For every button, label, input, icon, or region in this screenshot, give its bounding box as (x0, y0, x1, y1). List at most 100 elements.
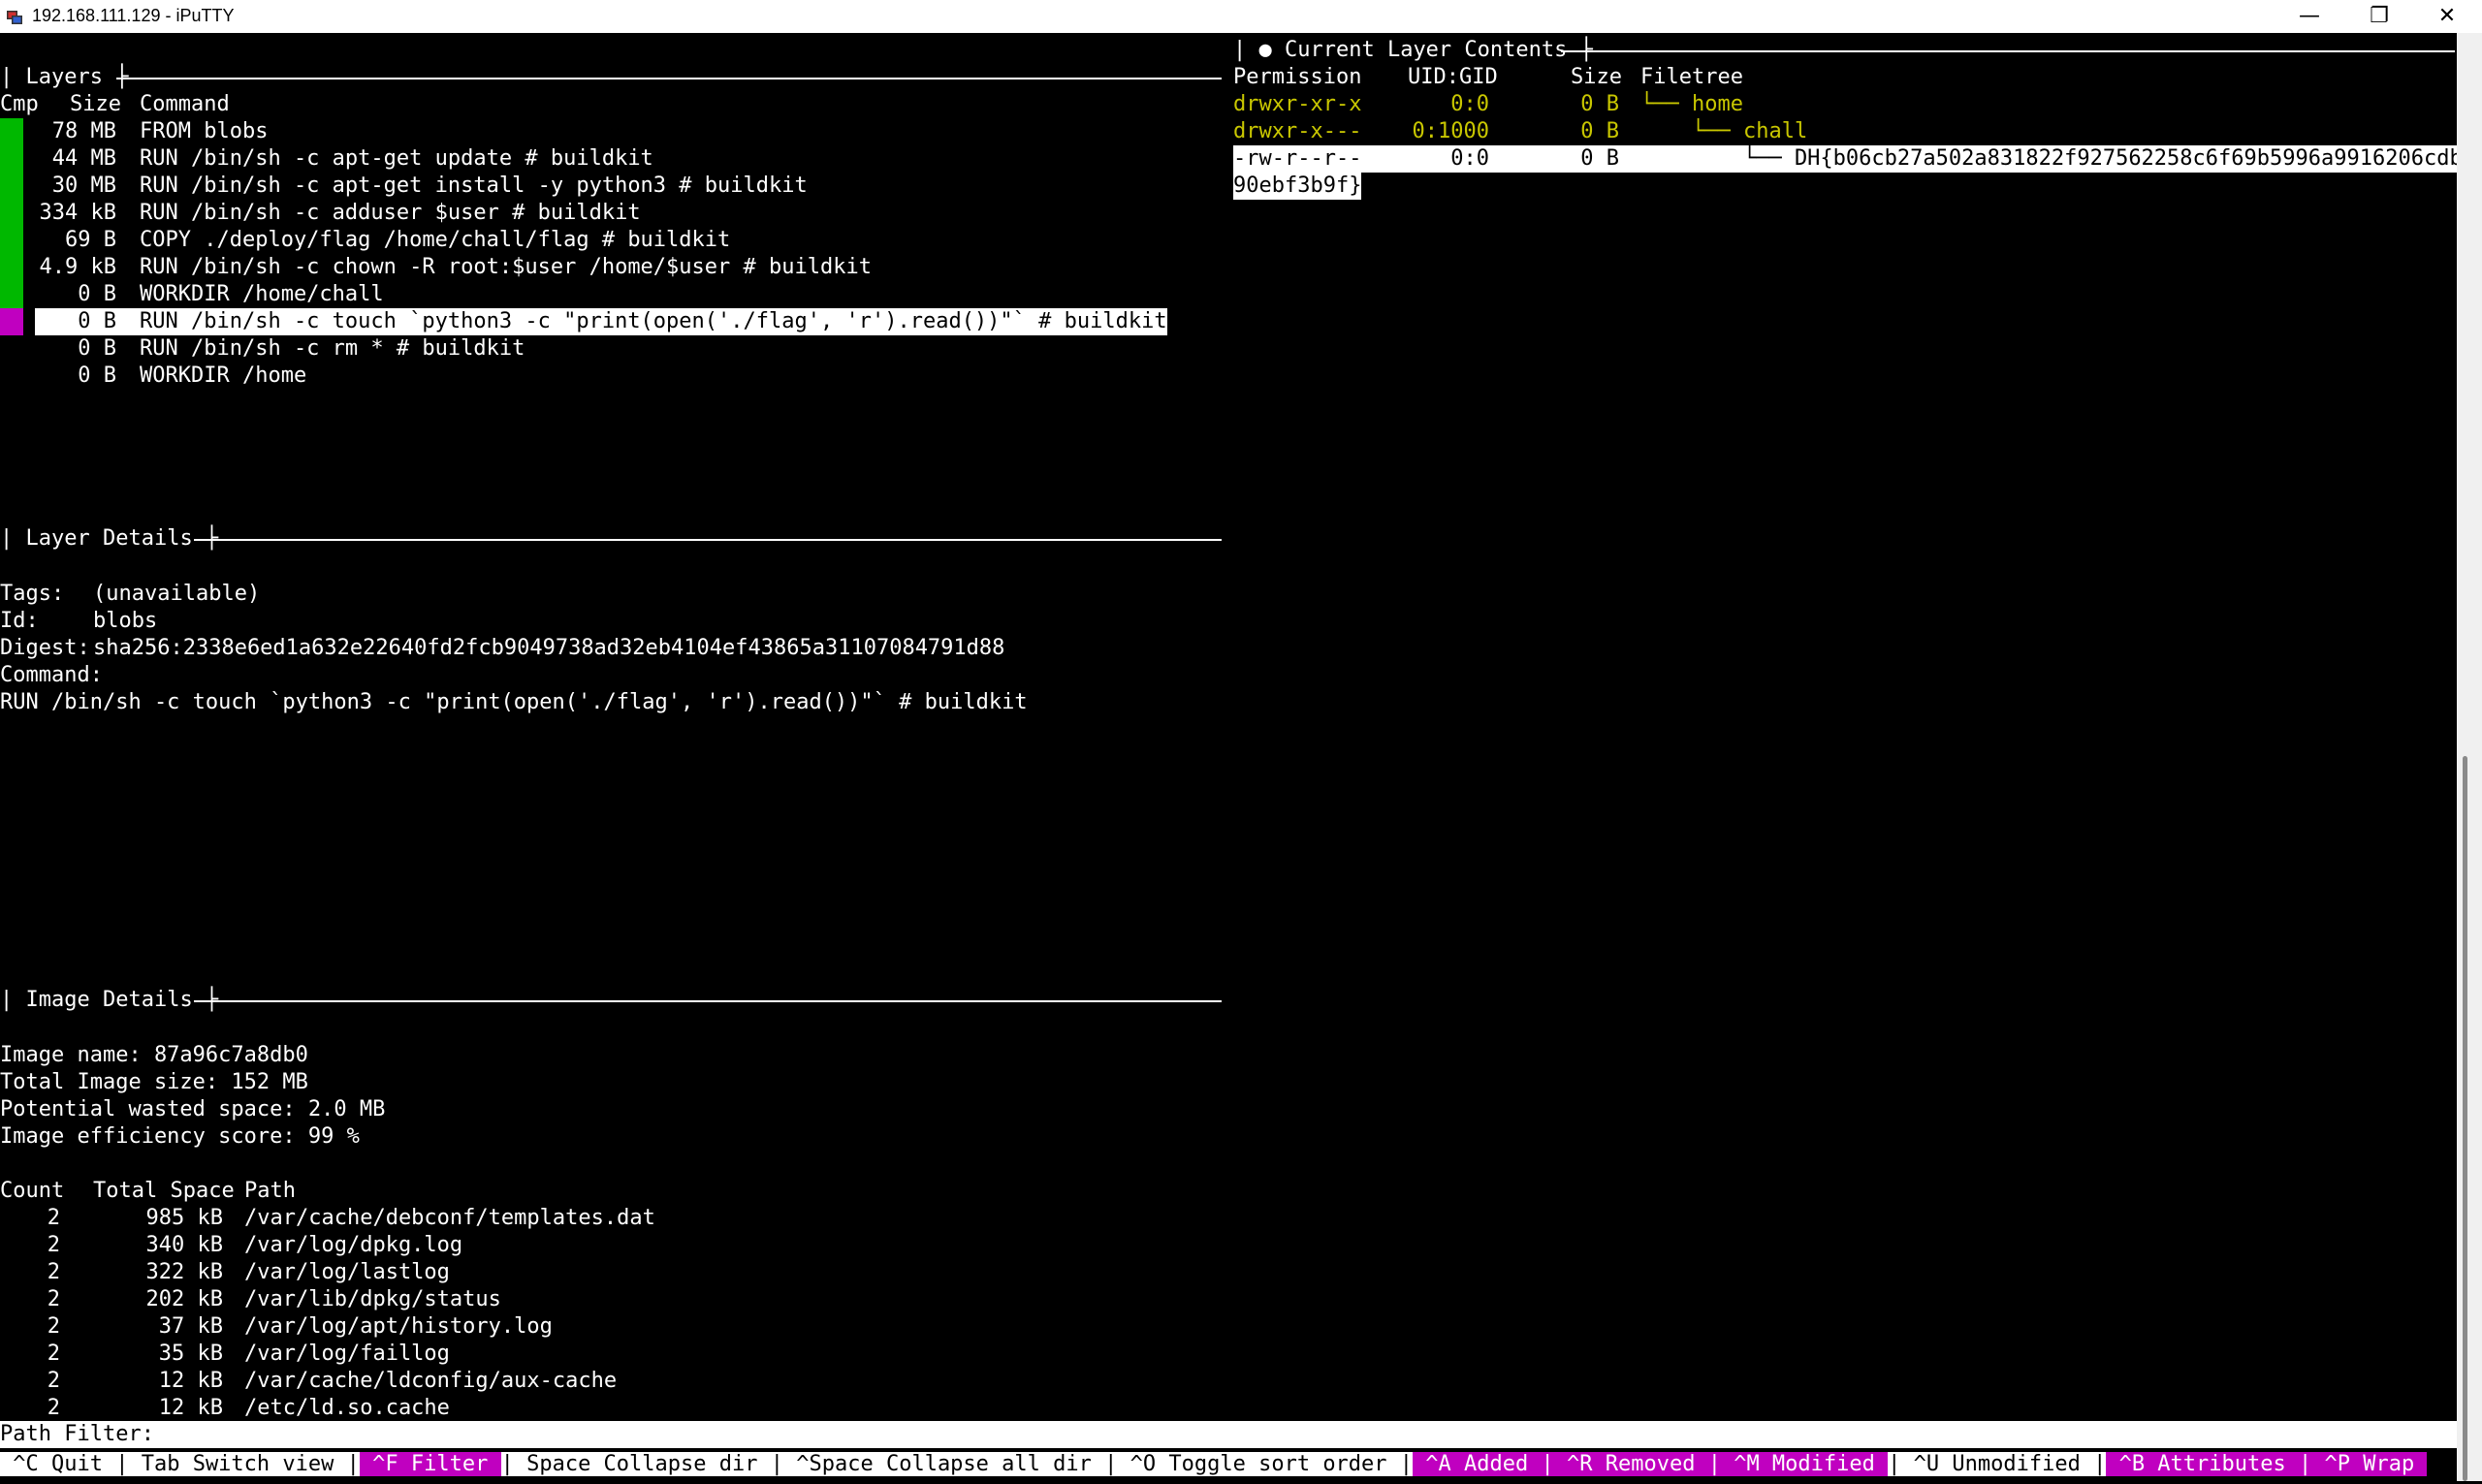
layer-command[interactable]: WORKDIR /home/chall (140, 281, 384, 308)
waste-path[interactable]: /var/cache/ldconfig/aux-cache (244, 1368, 617, 1395)
waste-count: 2 (47, 1260, 60, 1284)
layer-command[interactable]: FROM blobs (140, 118, 268, 145)
waste-path[interactable]: /var/log/lastlog (244, 1259, 450, 1286)
tags-value: (unavailable) (93, 582, 261, 606)
keybar-separator: | (2299, 1452, 2312, 1476)
keybar-separator: | (1541, 1452, 1554, 1476)
window-titlebar: 192.168.111.129 - iPuTTY — ❐ ✕ (0, 0, 2482, 33)
tags-label: Tags: (0, 582, 65, 606)
file-permission: -rw-r--r-- (1233, 146, 1362, 171)
layer-command[interactable]: RUN /bin/sh -c apt-get install -y python… (140, 173, 808, 200)
keybinding-tab-switch-view[interactable]: Tab Switch view (128, 1452, 347, 1476)
keybinding-o-toggle-sort-order[interactable]: ^O Toggle sort order (1117, 1452, 1400, 1476)
window-title: 192.168.111.129 - iPuTTY (32, 6, 235, 25)
layer-command[interactable]: COPY ./deploy/flag /home/chall/flag # bu… (140, 227, 730, 254)
contents-header-permission: Permission (1233, 65, 1362, 89)
file-uidgid: 0:0 (1450, 146, 1489, 171)
waste-path[interactable]: /var/log/dpkg.log (244, 1232, 462, 1259)
layers-title-text: Layers (25, 65, 103, 89)
keybar-separator: | (2093, 1452, 2107, 1476)
layer-size: 0 B (78, 336, 116, 361)
waste-space: 37 kB (158, 1314, 223, 1339)
file-tree-node[interactable]: └── chall (1640, 118, 2457, 145)
layer-details-title-text: Layer Details (25, 526, 193, 551)
minimize-button[interactable]: — (2275, 0, 2344, 33)
contents-header-size: Size (1571, 65, 1622, 89)
keybinding-f-filter[interactable]: ^F Filter (359, 1452, 501, 1476)
keybar-separator: | (770, 1452, 783, 1476)
file-size: 0 B (1580, 146, 1619, 171)
keybar-separator: | (1888, 1452, 1901, 1476)
keybar-separator: | (1399, 1452, 1414, 1476)
path-filter-bar[interactable]: Path Filter: (0, 1421, 2457, 1448)
keybinding-u-unmodified[interactable]: ^U Unmodified (1900, 1452, 2094, 1476)
image-details-rule (194, 1000, 1222, 1002)
keybar-separator: | (115, 1452, 129, 1476)
keybinding-p-wrap[interactable]: ^P Wrap (2311, 1452, 2428, 1476)
layer-size: 78 MB (51, 119, 116, 143)
digest-value: sha256:2338e6ed1a632e22640fd2fcb9049738a… (93, 636, 1005, 660)
close-button[interactable]: ✕ (2412, 0, 2482, 33)
image-header-path: Path (244, 1179, 296, 1203)
keybar-separator: | (1707, 1452, 1721, 1476)
restore-button[interactable]: ❐ (2344, 0, 2414, 33)
file-size: 0 B (1580, 119, 1619, 143)
layers-header-size: Size (70, 92, 121, 116)
file-tree-node[interactable]: └── DH{b06cb27a502a831822f927562258c6f69… (1640, 145, 2457, 173)
scrollbar[interactable] (2457, 33, 2482, 1481)
layer-size: 334 kB (39, 201, 116, 225)
layer-size: 44 MB (51, 146, 116, 171)
layer-size: 0 B (78, 282, 116, 306)
layer-size: 0 B (78, 309, 116, 333)
image-details-title: | Image Details ├ (0, 988, 219, 1012)
waste-path[interactable]: /etc/ld.so.cache (244, 1395, 450, 1422)
layer-command[interactable]: RUN /bin/sh -c chown -R root:$user /home… (140, 254, 872, 281)
layer-command[interactable]: RUN /bin/sh -c rm * # buildkit (140, 335, 525, 363)
file-permission: drwxr-x--- (1233, 119, 1362, 143)
waste-space: 340 kB (145, 1233, 223, 1257)
efficiency-score: Image efficiency score: 99 % (0, 1124, 360, 1149)
keybinding-c-quit[interactable]: ^C Quit (0, 1452, 116, 1476)
layers-title-rule (116, 78, 1222, 79)
waste-path[interactable]: /var/log/apt/history.log (244, 1313, 553, 1341)
waste-space: 12 kB (158, 1369, 223, 1393)
layer-contents-title: | ● Current Layer Contents ├ (1233, 38, 1593, 62)
command-label: Command: (0, 663, 103, 687)
keybar-separator: | (500, 1452, 514, 1476)
layer-command[interactable]: RUN /bin/sh -c apt-get update # buildkit (140, 145, 653, 173)
keybinding-a-added[interactable]: ^A Added (1413, 1452, 1542, 1476)
file-size: 0 B (1580, 92, 1619, 116)
image-header-space: Total Space (93, 1179, 235, 1203)
waste-path[interactable]: /var/lib/dpkg/status (244, 1286, 501, 1313)
layer-command[interactable]: RUN /bin/sh -c adduser $user # buildkit (140, 200, 641, 227)
image-size: Total Image size: 152 MB (0, 1070, 308, 1094)
layer-command[interactable]: RUN /bin/sh -c touch `python3 -c "print(… (140, 308, 1167, 335)
layers-panel-title: | Layers ├ (0, 65, 129, 89)
keybinding-b-attributes[interactable]: ^B Attributes (2106, 1452, 2300, 1476)
file-tree-node[interactable]: └── home (1640, 91, 2457, 118)
layer-size: 30 MB (51, 174, 116, 198)
keybinding-m-modified[interactable]: ^M Modified (1720, 1452, 1889, 1476)
digest-label: Digest: (0, 636, 90, 660)
layer-contents-rule (1561, 50, 2455, 52)
wasted-space: Potential wasted space: 2.0 MB (0, 1097, 386, 1121)
keybinding-space-collapse-dir[interactable]: Space Collapse dir (513, 1452, 771, 1476)
image-header-count: Count (0, 1179, 65, 1203)
keybinding-space-collapse-all-dir[interactable]: ^Space Collapse all dir (783, 1452, 1105, 1476)
layer-command[interactable]: WORKDIR /home (140, 363, 306, 390)
id-label: Id: (0, 609, 39, 633)
waste-count: 2 (47, 1287, 60, 1311)
keybinding-r-removed[interactable]: ^R Removed (1553, 1452, 1708, 1476)
keybar-separator: | (1104, 1452, 1118, 1476)
contents-header-filetree: Filetree (1640, 65, 1743, 89)
layer-details-title: | Layer Details ├ (0, 526, 219, 551)
waste-path[interactable]: /var/cache/debconf/templates.dat (244, 1205, 655, 1232)
putty-icon (7, 11, 22, 24)
image-details-title-text: Image Details (25, 988, 193, 1012)
scrollbar-thumb[interactable] (2463, 756, 2467, 1481)
file-permission: drwxr-xr-x (1233, 92, 1362, 116)
keybar-separator: | (346, 1452, 360, 1476)
waste-path[interactable]: /var/log/faillog (244, 1341, 450, 1368)
waste-count: 2 (47, 1314, 60, 1339)
layers-header-cmp: Cmp (0, 92, 39, 116)
